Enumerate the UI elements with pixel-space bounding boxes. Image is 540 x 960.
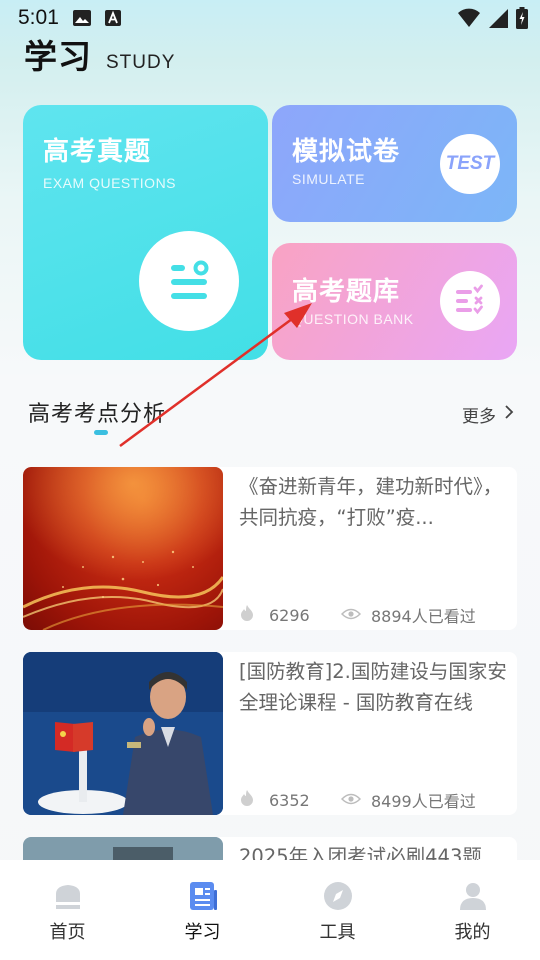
- tab-profile-label: 我的: [454, 922, 491, 943]
- profile-icon: [457, 880, 489, 912]
- tab-study-label: 学习: [184, 922, 221, 943]
- study-icon: [187, 880, 219, 912]
- tab-home-label: 首页: [49, 922, 86, 943]
- tab-home[interactable]: 首页: [0, 860, 135, 960]
- tab-tools-label: 工具: [319, 922, 356, 943]
- annotation-arrow: [119, 303, 312, 448]
- compass-icon: [322, 880, 354, 912]
- bottom-tab-bar: 首页 学习 工具 我的: [0, 860, 540, 960]
- tab-profile[interactable]: 我的: [405, 860, 540, 960]
- tab-tools[interactable]: 工具: [270, 860, 405, 960]
- tab-study[interactable]: 学习: [135, 860, 270, 960]
- home-icon: [52, 880, 84, 912]
